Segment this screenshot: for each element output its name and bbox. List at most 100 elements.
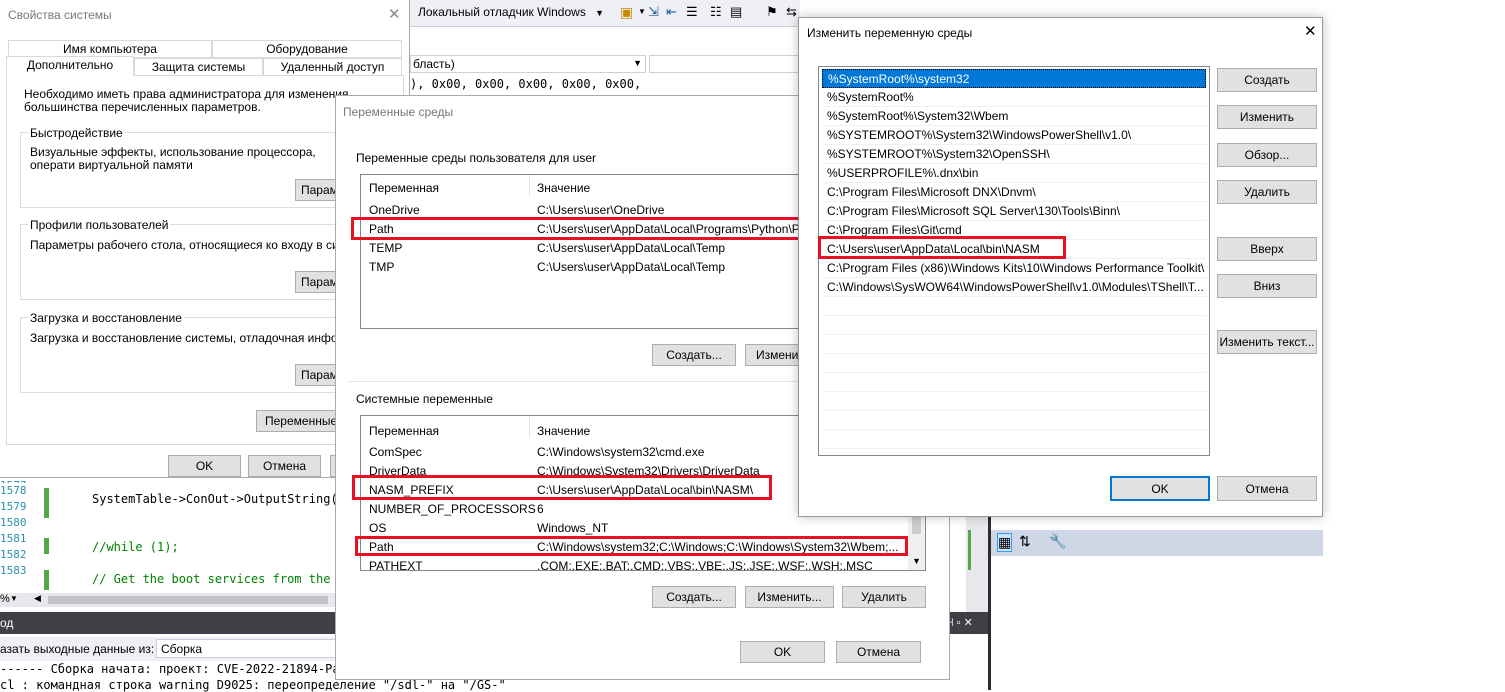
tab-advanced[interactable]: Дополнительно bbox=[6, 56, 134, 76]
button-label: Изменить текст... bbox=[1219, 335, 1315, 349]
button-label: OK bbox=[1151, 481, 1169, 496]
list-item[interactable]: PATHEXT .COM;.EXE;.BAT;.CMD;.VBS;.VBE;.J… bbox=[361, 557, 925, 570]
align-icon[interactable]: ⇤ bbox=[666, 4, 677, 20]
button-label: Создать... bbox=[666, 590, 722, 604]
output-toolbar: азать выходные данные из: Сборка bbox=[0, 637, 336, 661]
change-bar bbox=[44, 570, 49, 590]
column-header-variable[interactable]: Переменная bbox=[369, 424, 439, 438]
close-icon[interactable]: ✕ bbox=[388, 5, 401, 23]
tab-label: Дополнительно bbox=[26, 58, 114, 72]
path-value: C:\Program Files (x86)\Windows Kits\10\W… bbox=[827, 261, 1205, 275]
list-item[interactable]: C:\Windows\SysWOW64\WindowsPowerShell\v1… bbox=[822, 278, 1206, 297]
scroll-left-icon[interactable]: ◀ bbox=[34, 593, 41, 604]
list-item[interactable]: %SystemRoot% bbox=[822, 88, 1206, 107]
tab-label: Оборудование bbox=[266, 42, 348, 56]
alphabetical-icon[interactable]: ⇅ bbox=[1019, 533, 1031, 550]
list-item[interactable]: C:\Program Files\Microsoft DNX\Dnvm\ bbox=[822, 183, 1206, 202]
tab-system-protection[interactable]: Защита системы bbox=[134, 58, 263, 76]
step-icon[interactable]: ⇲ bbox=[648, 4, 659, 20]
list-item[interactable]: TMP C:\Users\user\AppData\Local\Temp bbox=[361, 258, 807, 277]
close-icon[interactable]: ✕ bbox=[1304, 22, 1317, 40]
move-down-button[interactable]: Вниз bbox=[1217, 274, 1317, 298]
scope-combo-right[interactable] bbox=[649, 55, 799, 73]
list-item bbox=[822, 335, 1206, 354]
column-divider[interactable] bbox=[529, 175, 530, 197]
output-source-select[interactable]: Сборка bbox=[156, 639, 336, 658]
nav-icon[interactable]: ⇆ bbox=[786, 4, 797, 20]
edit-text-button[interactable]: Изменить текст... bbox=[1217, 330, 1317, 354]
edit-button[interactable]: Изменить bbox=[1217, 105, 1317, 129]
ok-button[interactable]: OK bbox=[1110, 476, 1210, 501]
tab-label: Имя компьютера bbox=[63, 42, 157, 56]
user-vars-list[interactable]: Переменная Значение OneDrive C:\Users\us… bbox=[360, 174, 808, 329]
cancel-button[interactable]: Отмена bbox=[248, 455, 321, 477]
column-header-value[interactable]: Значение bbox=[537, 181, 590, 195]
tab-hardware[interactable]: Оборудование bbox=[212, 40, 402, 58]
list-item[interactable]: TEMP C:\Users\user\AppData\Local\Temp bbox=[361, 239, 807, 258]
browse-button[interactable]: Обзор... bbox=[1217, 143, 1317, 167]
ok-button[interactable]: OK bbox=[740, 641, 825, 663]
editor-hscroll[interactable]: % ▼ ◀ bbox=[0, 593, 336, 607]
tab-remote[interactable]: Удаленный доступ bbox=[263, 58, 402, 76]
properties-panel: ▦ ⇅ 🔧 bbox=[991, 516, 1323, 690]
line-number: 1579 bbox=[0, 500, 27, 513]
list-item[interactable]: %SystemRoot%\System32\Wbem bbox=[822, 107, 1206, 126]
system-create-button[interactable]: Создать... bbox=[652, 586, 736, 608]
outdent-icon[interactable]: ☷ bbox=[710, 4, 722, 20]
button-label: Парам bbox=[301, 368, 338, 382]
hscroll-thumb[interactable] bbox=[48, 596, 328, 604]
line-number: 1578 bbox=[0, 484, 27, 497]
chevron-down-icon[interactable]: ▼ bbox=[638, 7, 646, 16]
cancel-button[interactable]: Отмена bbox=[836, 641, 921, 663]
button-label: Измени bbox=[756, 348, 799, 362]
code-line: // Get the boot services from the s bbox=[92, 572, 345, 586]
performance-settings-button[interactable]: Парам bbox=[295, 179, 340, 201]
debugger-dropdown[interactable]: Локальный отладчик Windows ▼ bbox=[418, 5, 604, 19]
comment-icon[interactable]: ▤ bbox=[730, 4, 742, 20]
var-value: C:\Windows\system32\cmd.exe bbox=[537, 445, 705, 459]
scroll-down-icon[interactable]: ▼ bbox=[912, 556, 921, 566]
path-value: C:\Windows\SysWOW64\WindowsPowerShell\v1… bbox=[827, 280, 1204, 294]
profiles-settings-button[interactable]: Парам bbox=[295, 271, 340, 293]
categorized-icon[interactable]: ▦ bbox=[997, 533, 1013, 552]
indent-icon[interactable]: ☰ bbox=[686, 4, 698, 20]
list-item[interactable]: C:\Program Files\Microsoft SQL Server\13… bbox=[822, 202, 1206, 221]
path-value: %SYSTEMROOT%\System32\WindowsPowerShell\… bbox=[827, 128, 1132, 142]
environment-variables-button[interactable]: Переменные bbox=[256, 410, 340, 432]
cancel-button[interactable]: Отмена bbox=[1217, 476, 1317, 501]
line-numbers: 1577 1578 1579 1580 1581 1582 1583 bbox=[0, 478, 27, 579]
bookmark-flag-icon[interactable]: ⚑ bbox=[766, 4, 778, 20]
column-header-value[interactable]: Значение bbox=[537, 424, 590, 438]
user-create-button[interactable]: Создать... bbox=[652, 344, 736, 366]
bookmark-icon[interactable]: ▣ bbox=[620, 4, 633, 21]
list-item-selected[interactable]: %SystemRoot%\system32 bbox=[822, 69, 1206, 88]
list-item bbox=[822, 354, 1206, 373]
path-value: C:\Program Files\Git\cmd bbox=[827, 223, 962, 237]
wrench-icon[interactable]: 🔧 bbox=[1049, 533, 1066, 550]
system-delete-button[interactable]: Удалить bbox=[842, 586, 926, 608]
list-item[interactable]: %USERPROFILE%\.dnx\bin bbox=[822, 164, 1206, 183]
list-item[interactable]: %SYSTEMROOT%\System32\WindowsPowerShell\… bbox=[822, 126, 1206, 145]
window-title: Переменные среды bbox=[343, 105, 454, 119]
editor-vscroll[interactable] bbox=[966, 516, 988, 612]
system-edit-button[interactable]: Изменить... bbox=[745, 586, 834, 608]
delete-button[interactable]: Удалить bbox=[1217, 180, 1317, 204]
chevron-down-icon: ▼ bbox=[633, 58, 642, 68]
column-divider[interactable] bbox=[529, 416, 530, 438]
list-item[interactable]: C:\Program Files (x86)\Windows Kits\10\W… bbox=[822, 259, 1206, 278]
output-title: од bbox=[0, 616, 14, 630]
scope-combo[interactable]: бласть) ▼ bbox=[410, 55, 646, 73]
change-bar bbox=[968, 530, 971, 570]
chevron-down-icon[interactable]: ▼ bbox=[10, 594, 18, 603]
startup-settings-button[interactable]: Парам bbox=[295, 364, 340, 386]
var-name: TEMP bbox=[369, 241, 403, 255]
window-title: Изменить переменную среды bbox=[807, 26, 973, 40]
ok-button[interactable]: OK bbox=[168, 455, 241, 477]
move-up-button[interactable]: Вверх bbox=[1217, 237, 1317, 261]
line-number: 1582 bbox=[0, 548, 27, 561]
list-item[interactable]: %SYSTEMROOT%\System32\OpenSSH\ bbox=[822, 145, 1206, 164]
button-label: Создать bbox=[1244, 73, 1290, 87]
create-button[interactable]: Создать bbox=[1217, 68, 1317, 92]
path-list[interactable]: %SystemRoot%\system32 %SystemRoot% %Syst… bbox=[818, 66, 1210, 456]
column-header-variable[interactable]: Переменная bbox=[369, 181, 439, 195]
